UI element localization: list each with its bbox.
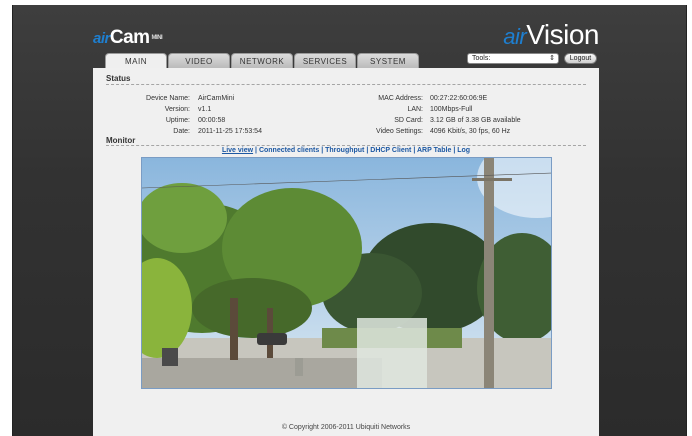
uptime-value: 00:00:58 [198,117,226,124]
logout-button[interactable]: Logout [564,53,597,64]
camera-scene-image [142,158,551,388]
mac-address-value: 00:27:22:60:06:9E [430,95,488,102]
version-label: Version: [164,106,190,113]
monitor-section-title: Monitor [106,136,136,145]
video-settings-value: 4096 Kbit/s, 30 fps, 60 Hz [430,128,511,135]
device-name-label: Device Name: [146,95,190,102]
lan-label: LAN: [407,106,423,113]
tab-services[interactable]: SERVICES [294,53,356,69]
status-divider [106,84,586,85]
device-name-value: AirCamMini [198,95,235,102]
version-value: v1.1 [198,106,212,113]
log-link[interactable]: Log [457,147,470,154]
date-value: 2011-11-25 17:53:54 [198,128,262,135]
status-section-title: Status [106,74,131,83]
connected-clients-link[interactable]: Connected clients [259,147,319,154]
dhcp-client-link[interactable]: DHCP Client [370,147,411,154]
main-panel: Status Device Name: AirCamMini Version: … [93,68,599,420]
live-video-feed[interactable] [141,157,552,389]
tab-network[interactable]: NETWORK [231,53,293,69]
arp-table-link[interactable]: ARP Table [417,147,451,154]
tools-dropdown[interactable]: Tools: ⇕ [467,53,559,64]
lan-value: 100Mbps-Full [430,106,473,113]
live-view-link[interactable]: Live view [222,147,253,154]
tab-system[interactable]: SYSTEM [357,53,419,69]
main-tabs: MAIN VIDEO NETWORK SERVICES SYSTEM [105,53,420,69]
tab-video[interactable]: VIDEO [168,53,230,69]
airvision-logo: airVision [503,19,599,50]
sd-card-label: SD Card: [394,117,423,124]
aircam-mini-logo: airCam MINI [93,27,163,48]
video-settings-label: Video Settings: [376,128,423,135]
sd-card-value: 3.12 GB of 3.38 GB available [430,117,521,124]
monitor-links: Live view | Connected clients | Throughp… [221,147,471,154]
tab-main[interactable]: MAIN [105,53,167,69]
copyright-footer: © Copyright 2006-2011 Ubiquiti Networks [93,420,599,436]
uptime-label: Uptime: [165,117,190,124]
throughput-link[interactable]: Throughput [325,147,364,154]
select-arrows-icon: ⇕ [549,55,555,62]
mac-address-label: MAC Address: [378,95,423,102]
monitor-divider [106,145,586,146]
date-label: Date: [173,128,190,135]
